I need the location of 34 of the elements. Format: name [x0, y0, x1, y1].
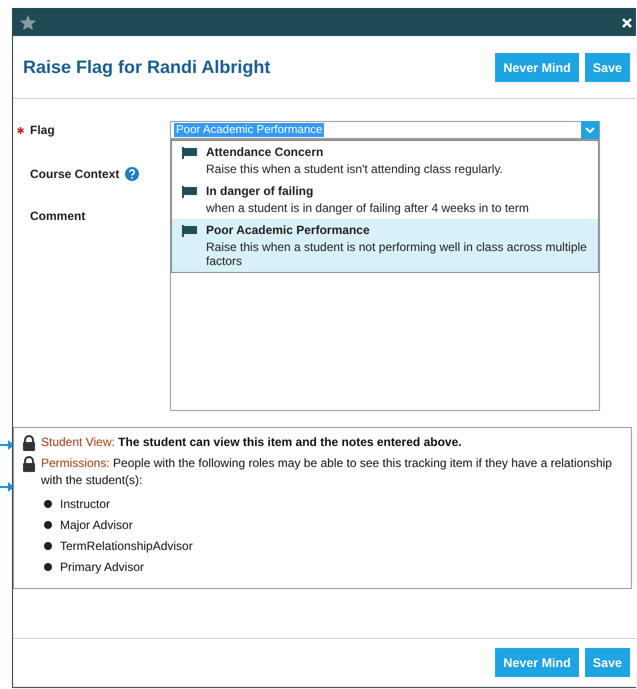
role-item: TermRelationshipAdvisor: [60, 538, 193, 552]
header-button[interactable]: Save: [584, 52, 630, 82]
flag-icon: [182, 225, 198, 237]
flag-dropdown[interactable]: Poor Academic Performance: [170, 121, 600, 139]
dropdown-option[interactable]: Poor Academic Performance Raise this when a student is not performing well in class across multiple factors: [172, 219, 598, 272]
comment-field[interactable]: [170, 139, 600, 411]
flag-icon: [182, 147, 198, 159]
flag-icon: [182, 186, 198, 198]
dropdown-option[interactable]: Attendance Concern Raise this when a student isn't attending class regularly.: [172, 141, 598, 180]
dialog-title: Raise Flag for Randi Albright: [23, 56, 270, 78]
footer-button[interactable]: Save: [584, 648, 630, 677]
field-label: Comment: [30, 209, 86, 223]
student-view-text: Student View: The student can view this item and the notes entered above.: [41, 434, 462, 451]
bullet-icon: [44, 500, 52, 508]
caret-icon: [585, 126, 595, 134]
arrow-icon: [0, 482, 14, 492]
footer-button[interactable]: Never Mind: [495, 648, 579, 677]
bullet-icon: [44, 562, 52, 570]
lock-icon: [22, 435, 36, 451]
field-label: Course Context: [30, 167, 120, 181]
lock-icon: [22, 456, 36, 472]
role-item: Primary Advisor: [60, 560, 144, 574]
field-label: Flag: [30, 123, 55, 137]
star-icon: [19, 14, 37, 32]
arrow-icon: [0, 440, 14, 450]
bullet-icon: [44, 520, 52, 528]
header-button[interactable]: Never Mind: [495, 52, 579, 82]
role-item: Major Advisor: [60, 518, 133, 532]
role-item: Instructor: [60, 496, 110, 510]
close-icon[interactable]: [622, 18, 632, 28]
help-icon[interactable]: [125, 167, 140, 181]
bullet-icon: [44, 542, 52, 550]
dropdown-option[interactable]: In danger of failing when a student is in danger of failing after 4 weeks in to term: [172, 180, 598, 219]
permissions-text: Permissions: People with the following roles may be able to see this tracking item if they have a relationship with the student(s):: [41, 455, 613, 489]
